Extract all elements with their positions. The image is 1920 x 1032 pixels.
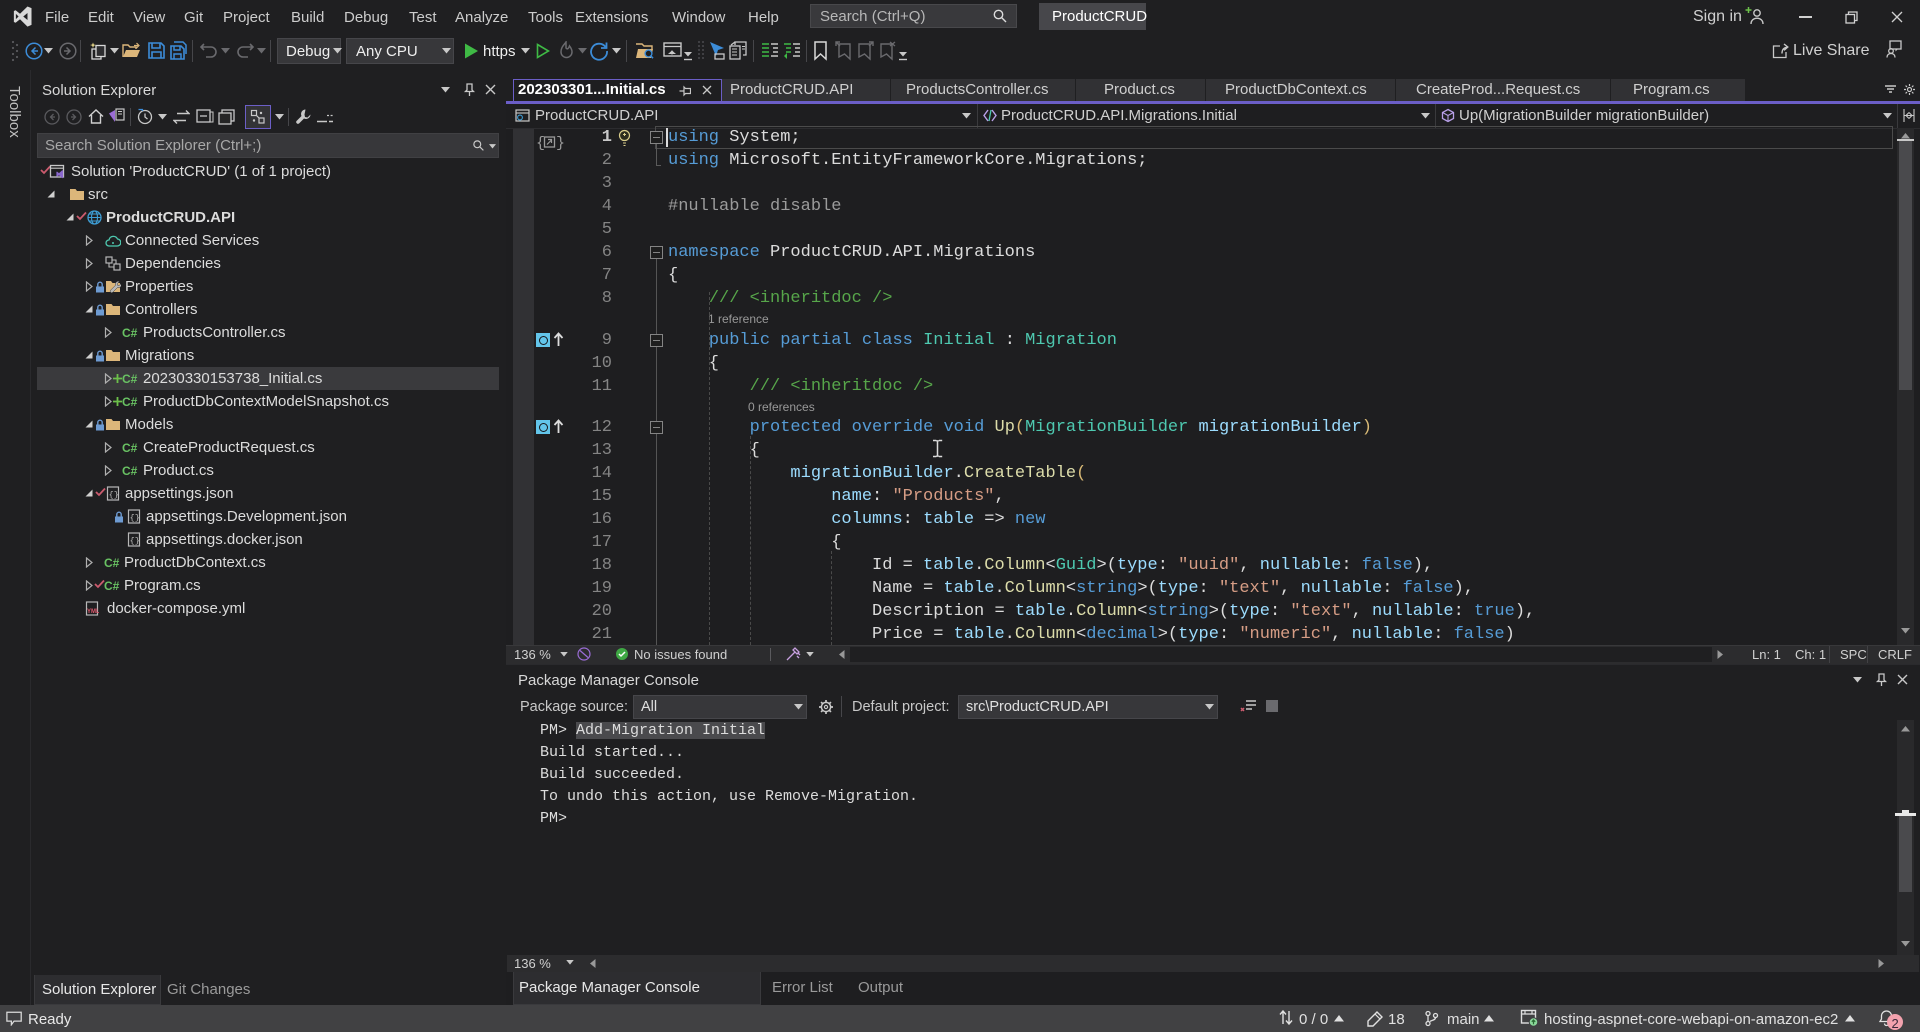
svg-text:{}: {}: [130, 536, 140, 546]
svg-text:{: {: [536, 135, 545, 152]
svg-text:YML: YML: [87, 609, 99, 615]
svg-text:{}: {}: [109, 490, 119, 500]
svg-text:}: }: [556, 135, 564, 152]
svg-text:{}: {}: [130, 513, 140, 523]
